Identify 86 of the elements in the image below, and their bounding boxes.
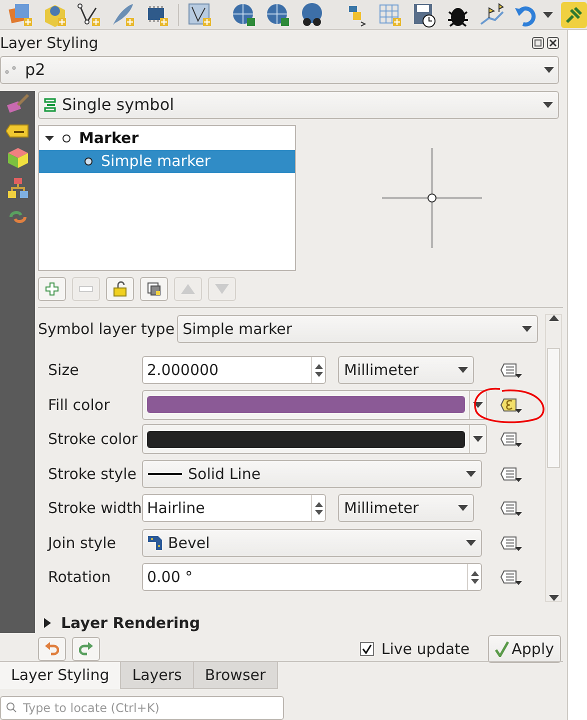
dropdown-arrow-icon: [544, 67, 554, 73]
property-label: Fill color: [47, 394, 111, 416]
symbol-tree-item[interactable]: Marker: [39, 127, 295, 150]
number-field[interactable]: 2.000000: [142, 356, 326, 384]
number-field[interactable]: 0.00 °: [142, 563, 482, 592]
dock-tab[interactable]: Layers: [121, 662, 194, 689]
globe-add-icon[interactable]: [230, 2, 257, 28]
line-style-dropdown[interactable]: Solid Line: [142, 460, 482, 488]
property-label: Rotation: [47, 567, 112, 588]
redo-button[interactable]: [72, 637, 100, 661]
scrollbar[interactable]: [545, 314, 562, 602]
unlocked-padlock-icon: [113, 281, 127, 297]
dropdown-arrow-icon: [473, 436, 483, 442]
number-field[interactable]: Hairline: [142, 494, 326, 522]
panel-title: Layer Styling: [0, 32, 100, 54]
close-icon[interactable]: [547, 37, 559, 49]
spin-down-icon[interactable]: [314, 372, 322, 377]
polygon-icon[interactable]: [186, 2, 213, 28]
scrollbar-thumb[interactable]: [547, 348, 560, 468]
float-icon[interactable]: [532, 37, 544, 49]
dropdown-arrow-icon: [473, 402, 483, 408]
join-style-dropdown[interactable]: Bevel: [142, 528, 482, 557]
color-button[interactable]: [142, 390, 487, 420]
dropdown-arrow-icon: [543, 12, 553, 18]
symbol-layer-type-dropdown[interactable]: Simple marker: [176, 315, 538, 343]
up-triangle-icon: [181, 284, 195, 294]
dock-tab[interactable]: Browser: [194, 662, 278, 689]
duplicate-icon: [147, 282, 161, 296]
spin-down-icon[interactable]: [314, 510, 322, 515]
redo-arrow-icon: [79, 642, 93, 656]
solid-line-icon: [148, 472, 182, 475]
expand-arrow-icon[interactable]: [45, 134, 54, 143]
property-label: Stroke width: [47, 498, 142, 519]
point-marker-icon: [84, 157, 93, 166]
layer-dropdown[interactable]: p2: [0, 56, 559, 84]
symbol-tree-item[interactable]: Simple marker: [39, 150, 295, 173]
check-icon: [362, 644, 372, 654]
dropdown-arrow-icon: [466, 470, 476, 477]
minus-icon: [79, 286, 93, 292]
undo-arrow-icon: [45, 642, 59, 656]
dropdown-arrow-icon: [458, 367, 468, 374]
dropdown-arrow-icon: [458, 505, 468, 512]
live-update-checkbox[interactable]: Live update: [360, 638, 470, 660]
single-symbol-icon: [44, 98, 56, 112]
scroll-up-icon[interactable]: [548, 315, 558, 321]
spin-down-icon[interactable]: [470, 578, 478, 584]
vertex-icon[interactable]: [76, 2, 102, 28]
unit-dropdown[interactable]: Millimeter: [338, 356, 474, 384]
dropdown-arrow-icon: [522, 326, 532, 332]
scroll-down-icon[interactable]: [548, 595, 558, 601]
point-layer-icon: [5, 66, 17, 74]
property-label: Symbol layer type: [38, 318, 176, 340]
point-marker-icon: [62, 134, 71, 143]
unit-dropdown[interactable]: Millimeter: [338, 494, 474, 522]
color-button[interactable]: [142, 424, 487, 454]
down-triangle-icon: [215, 284, 229, 294]
apply-button[interactable]: Apply: [488, 635, 561, 663]
hierarchy-icon[interactable]: [6, 177, 28, 199]
route-flags-icon[interactable]: [479, 2, 505, 28]
property-label: Stroke color: [47, 429, 139, 450]
bevel-join-icon: [148, 536, 162, 550]
renderer-dropdown[interactable]: Single symbol: [38, 91, 559, 119]
section-header[interactable]: Layer Rendering: [38, 612, 567, 634]
search-icon: [6, 702, 17, 713]
spin-up-icon[interactable]: [314, 502, 322, 507]
property-label: Stroke style: [47, 464, 138, 484]
dropdown-arrow-icon: [543, 102, 553, 108]
collapse-arrow-icon: [43, 618, 52, 628]
label-icon[interactable]: [6, 123, 30, 139]
duplicate-button[interactable]: [140, 277, 168, 301]
plus-icon: [45, 282, 59, 296]
lock-button[interactable]: [106, 277, 134, 301]
dock-tab[interactable]: Layer Styling: [0, 662, 122, 689]
property-label: Join style: [46, 532, 118, 554]
plugin-icon[interactable]: [561, 2, 587, 28]
spin-up-icon[interactable]: [470, 570, 478, 576]
property-label: Size: [47, 360, 80, 381]
add-layer-button[interactable]: [38, 277, 66, 301]
spin-up-icon[interactable]: [314, 364, 322, 369]
undo-button[interactable]: [38, 637, 66, 661]
dropdown-arrow-icon: [466, 540, 476, 546]
cube-icon[interactable]: [6, 147, 28, 169]
save-clock-icon[interactable]: [411, 2, 437, 28]
checkmark-icon: [494, 641, 509, 657]
locator-search-field[interactable]: Type to locate (Ctrl+K): [0, 696, 284, 720]
feather-icon[interactable]: [110, 2, 136, 28]
